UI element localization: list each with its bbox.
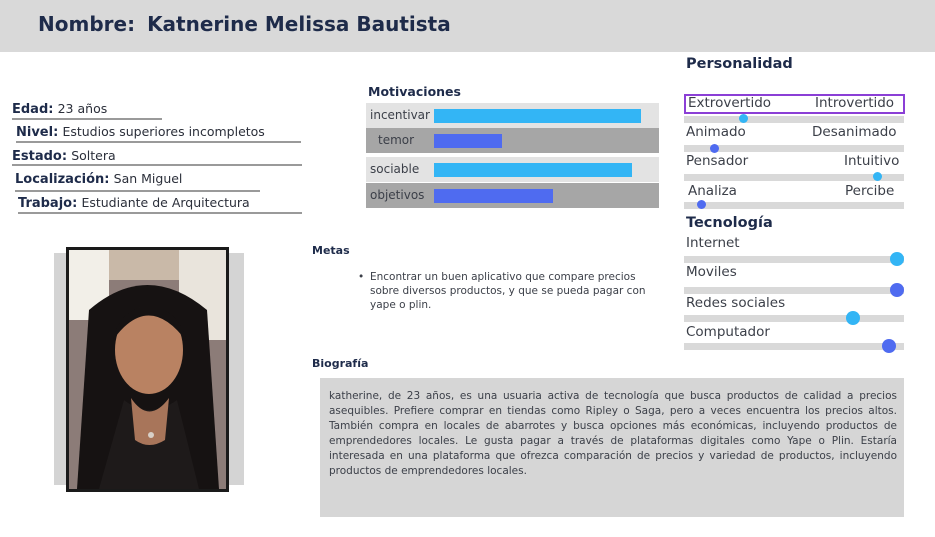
trabajo-underline	[18, 212, 302, 214]
tecnologia-slider-knob	[882, 339, 896, 353]
tecnologia-slider-knob	[890, 252, 904, 266]
motivacion-row-objetivos: objetivos	[366, 183, 659, 208]
tecnologia-label: Moviles	[686, 264, 737, 280]
personalidad-right-label: Percibe	[845, 183, 895, 199]
personalidad-left-label: Pensador	[686, 153, 749, 169]
localizacion-underline	[15, 190, 260, 192]
metas-list: • Encontrar un buen aplicativo que compa…	[358, 270, 658, 312]
persona-photo	[66, 247, 229, 492]
nivel-label: Nivel:	[16, 125, 59, 140]
nivel-value: Estudios superiores incompletos	[62, 124, 265, 139]
biografia-title: Biografía	[312, 357, 369, 370]
localizacion-value: San Miguel	[113, 171, 183, 186]
name-label: Nombre:	[38, 12, 136, 36]
personalidad-right-label: Desanimado	[812, 124, 897, 140]
personalidad-slider-track	[684, 202, 904, 209]
motivacion-bar	[434, 189, 553, 203]
field-localizacion: Localización: San Miguel	[15, 171, 182, 187]
edad-label: Edad:	[12, 102, 54, 117]
personalidad-left-label: Analiza	[688, 183, 737, 199]
motivacion-bar	[434, 163, 632, 177]
edad-underline	[12, 118, 162, 120]
personalidad-right-label: Intuitivo	[844, 153, 900, 169]
bullet: •	[358, 271, 365, 283]
motivacion-bar	[434, 134, 502, 148]
tecnologia-slider-track	[684, 315, 904, 322]
edad-value: 23 años	[57, 101, 108, 116]
persona-name: Katnerine Melissa Bautista	[147, 12, 451, 36]
personalidad-slider-track	[684, 116, 904, 123]
personalidad-right-label: Introvertido	[815, 95, 895, 111]
motivacion-label: incentivar	[370, 108, 430, 122]
field-nivel: Nivel: Estudios superiores incompletos	[16, 124, 265, 140]
trabajo-label: Trabajo:	[18, 196, 78, 211]
motivaciones-title: Motivaciones	[368, 84, 461, 99]
biografia-text: katherine, de 23 años, es una usuaria ac…	[329, 390, 897, 477]
motivacion-bar	[434, 109, 641, 123]
motivacion-label: temor	[378, 133, 415, 147]
tecnologia-label: Redes sociales	[686, 295, 786, 311]
persona-photo-illustration	[69, 250, 226, 489]
estado-label: Estado:	[12, 149, 68, 164]
tecnologia-slider-track	[684, 343, 904, 350]
personalidad-title: Personalidad	[686, 56, 793, 72]
tecnologia-slider-track	[684, 287, 904, 294]
header-bar: Nombre: Katnerine Melissa Bautista	[0, 0, 935, 52]
metas-title: Metas	[312, 244, 350, 257]
personalidad-left-label: Animado	[686, 124, 746, 140]
field-estado: Estado: Soltera	[12, 148, 116, 164]
nivel-underline	[16, 141, 301, 143]
personalidad-slider-knob	[710, 144, 719, 153]
tecnologia-label: Computador	[686, 324, 770, 340]
tecnologia-slider-track	[684, 256, 904, 263]
motivacion-row-temor: temor	[366, 128, 659, 153]
localizacion-label: Localización:	[15, 172, 110, 187]
motivacion-row-sociable: sociable	[366, 157, 659, 182]
tecnologia-slider-knob	[890, 283, 904, 297]
motivacion-label: sociable	[370, 162, 420, 176]
field-trabajo: Trabajo: Estudiante de Arquitectura	[18, 195, 250, 211]
tecnologia-title: Tecnología	[686, 215, 773, 231]
personalidad-slider-knob	[739, 114, 748, 123]
tecnologia-label: Internet	[686, 235, 740, 251]
personalidad-left-label: Extrovertido	[688, 95, 772, 111]
tecnologia-slider-knob	[846, 311, 860, 325]
motivacion-row-incentivar: incentivar	[366, 103, 659, 128]
personalidad-slider-knob	[697, 200, 706, 209]
personalidad-slider-knob	[873, 172, 882, 181]
metas-item: Encontrar un buen aplicativo que compare…	[370, 271, 646, 311]
persona-name-title: Nombre: Katnerine Melissa Bautista	[38, 12, 451, 36]
motivacion-label: objetivos	[370, 188, 425, 202]
field-edad: Edad: 23 años	[12, 101, 107, 117]
estado-value: Soltera	[71, 148, 116, 163]
trabajo-value: Estudiante de Arquitectura	[81, 195, 250, 210]
estado-underline	[12, 164, 302, 166]
personalidad-slider-track	[684, 174, 904, 181]
